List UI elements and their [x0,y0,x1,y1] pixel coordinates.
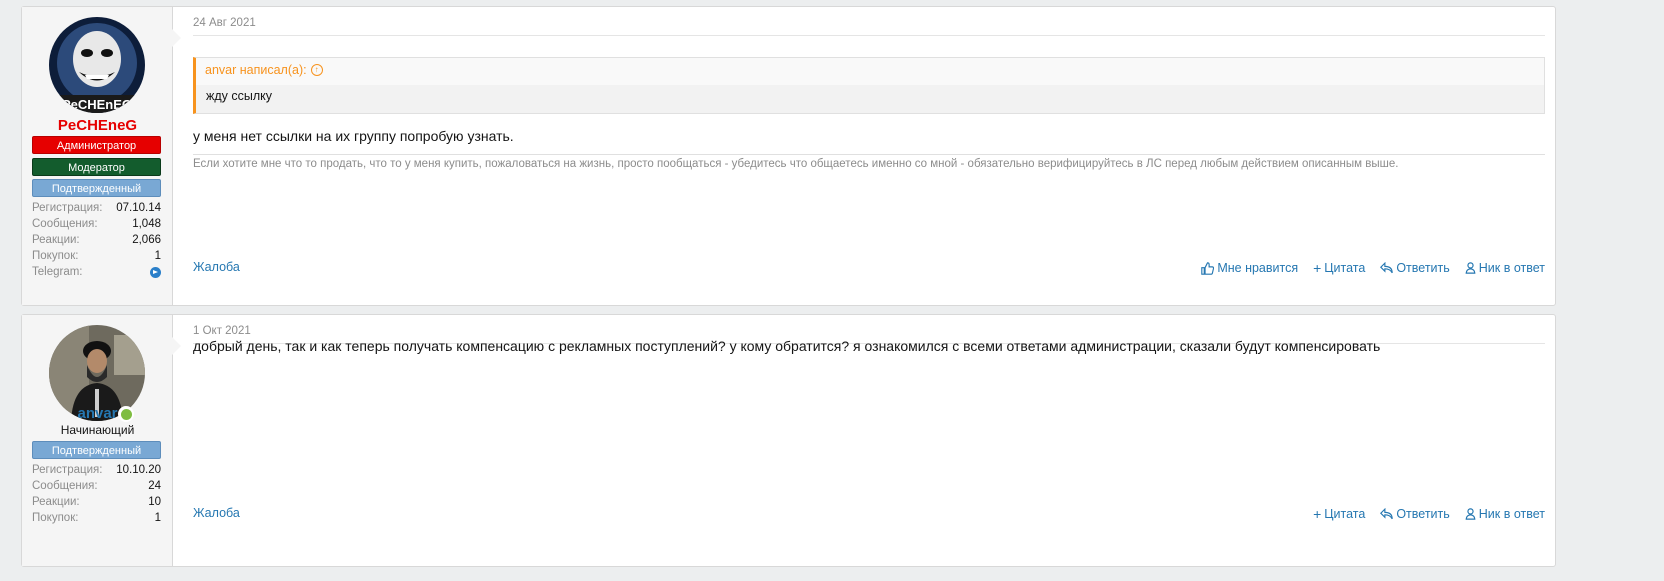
plus-icon: + [1313,260,1322,276]
user-info: PeCHEnEG PeCHEneG Администратор Модерато… [22,7,181,305]
user-icon [1465,508,1476,520]
stat-purchases: Покупок: 1 [32,248,161,264]
post-actions: Жалоба Мне нравится + Цитата Ответить Ни… [193,260,1545,278]
signature: Если хотите мне что то продать, что то у… [193,158,1399,170]
post-date[interactable]: 24 Авг 2021 [193,17,256,29]
reply-button[interactable]: Ответить [1380,506,1450,522]
svg-text:PeCHEnEG: PeCHEnEG [62,97,132,112]
avatar[interactable]: PeCHEnEG [49,17,145,113]
stat-key: Покупок: [32,512,79,524]
signature-divider [193,154,1545,155]
stat-key: Сообщения: [32,218,98,230]
stat-key: Покупок: [32,250,79,262]
quote-text: жду ссылку [196,85,1544,113]
post-2: anvar Начинающий Подтвержденный Регистра… [21,314,1556,567]
reply-label: Ответить [1396,261,1450,275]
arrow-up-circle-icon[interactable]: ↑ [310,64,323,76]
stat-registration: Регистрация: 07.10.14 [32,200,161,216]
stat-reactions: Реакции: 2,066 [32,232,161,248]
quote-label: Цитата [1324,261,1366,275]
reply-icon [1380,508,1394,520]
post-actions: Жалоба + Цитата Ответить Ник в ответ [193,506,1545,524]
banner-moderator: Модератор [32,158,161,176]
like-button[interactable]: Мне нравится [1201,260,1298,276]
like-label: Мне нравится [1217,261,1299,275]
telegram-icon[interactable] [150,267,161,278]
mention-button[interactable]: Ник в ответ [1465,506,1545,522]
divider [193,35,1545,36]
username[interactable]: anvar [22,405,173,422]
username-text[interactable]: anvar [77,405,117,422]
post-main: 1 Окт 2021 добрый день, так и как теперь… [173,315,1555,566]
quote-header[interactable]: anvar написал(а): ↑ [205,63,323,77]
username-text[interactable]: PeCHEneG [58,117,137,134]
report-link[interactable]: Жалоба [193,260,240,274]
banner-admin: Администратор [32,136,161,154]
post-main: 24 Авг 2021 anvar написал(а): ↑ жду ссыл… [173,7,1555,305]
post-date[interactable]: 1 Окт 2021 [193,325,251,337]
user-info: anvar Начинающий Подтвержденный Регистра… [22,315,181,566]
mention-label: Ник в ответ [1478,261,1545,275]
stat-key: Сообщения: [32,480,98,492]
stat-value: 24 [148,480,161,492]
quote-label: Цитата [1324,507,1366,521]
message-text: добрый день, так и как теперь получать к… [193,338,1381,354]
stat-messages: Сообщения: 24 [32,478,161,494]
stat-value: 1 [154,250,161,262]
mention-label: Ник в ответ [1478,507,1545,521]
stat-key: Telegram: [32,266,83,278]
stat-reactions: Реакции: 10 [32,494,161,510]
stat-value: 10 [148,496,161,508]
reply-icon [1380,262,1394,274]
quote-button[interactable]: + Цитата [1313,506,1365,522]
stat-value: 10.10.20 [116,464,161,476]
stat-value: 2,066 [132,234,161,246]
mention-button[interactable]: Ник в ответ [1465,260,1545,276]
stat-value: 1 [154,512,161,524]
stat-value: 07.10.14 [116,202,161,214]
quote-author[interactable]: anvar написал(а): [205,63,307,77]
reply-button[interactable]: Ответить [1380,260,1450,276]
report-link[interactable]: Жалоба [193,506,240,520]
stat-messages: Сообщения: 1,048 [32,216,161,232]
banner-verified: Подтвержденный [32,441,161,459]
stat-telegram: Telegram: [32,264,161,280]
stat-purchases: Покупок: 1 [32,510,161,526]
stat-key: Реакции: [32,234,80,246]
username[interactable]: PeCHEneG [22,117,173,134]
thumbs-up-icon [1201,261,1215,275]
post-1: PeCHEnEG PeCHEneG Администратор Модерато… [21,6,1556,306]
stat-registration: Регистрация: 10.10.20 [32,462,161,478]
reply-label: Ответить [1396,507,1450,521]
user-icon [1465,262,1476,274]
stat-key: Регистрация: [32,464,103,476]
stat-key: Реакции: [32,496,80,508]
message-text: у меня нет ссылки на их группу попробую … [193,128,514,144]
quote-block: anvar написал(а): ↑ жду ссылку [193,57,1545,114]
user-stats: Регистрация: 10.10.20 Сообщения: 24 Реакци… [32,462,161,526]
user-title: Начинающий [60,423,135,437]
quote-button[interactable]: + Цитата [1313,260,1365,276]
plus-icon: + [1313,506,1322,522]
user-stats: Регистрация: 07.10.14 Сообщения: 1,048 Реа… [32,200,161,280]
stat-value: 1,048 [132,218,161,230]
stat-key: Регистрация: [32,202,103,214]
banner-verified: Подтвержденный [32,179,161,197]
